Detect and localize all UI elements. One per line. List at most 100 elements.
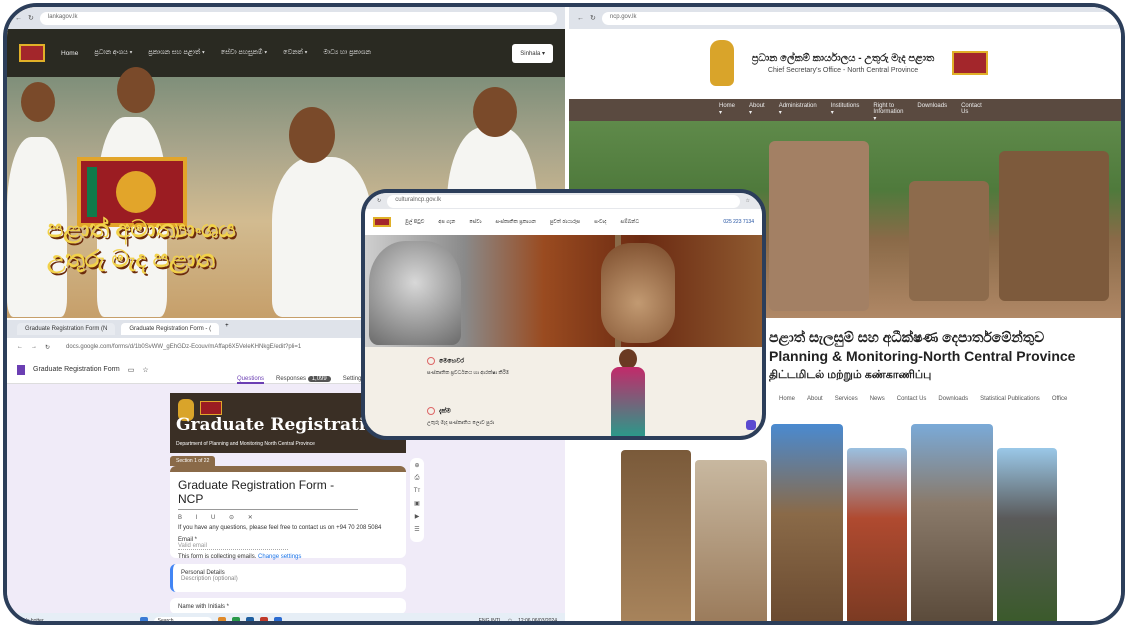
weather-widget[interactable]: Heads hotter bbox=[15, 618, 44, 621]
nav-item[interactable]: News bbox=[870, 396, 885, 402]
statue-photo bbox=[695, 460, 767, 621]
back-icon[interactable]: ← bbox=[17, 344, 23, 350]
email-field[interactable]: Valid email bbox=[178, 543, 288, 550]
dancer-image bbox=[603, 349, 653, 436]
language-select[interactable]: Sinhala ▾ bbox=[512, 43, 553, 63]
section-label: Section 1 of 22 bbox=[170, 456, 216, 466]
reload-icon[interactable]: ↻ bbox=[45, 344, 50, 351]
nav-item[interactable]: මාධ්‍ය හා ප්‍රකාශන bbox=[323, 49, 370, 57]
word-icon[interactable] bbox=[273, 617, 282, 621]
buddha-photo bbox=[911, 424, 993, 621]
nav-item[interactable]: Downloads bbox=[917, 103, 947, 117]
address-bar[interactable]: lankagov.lk bbox=[39, 11, 557, 25]
nav-item[interactable]: Office bbox=[1052, 396, 1068, 402]
cultural-dept-window: ↻ culturalncp.gov.lk ☆ මුල් පිටුව අප ගැන… bbox=[361, 189, 766, 440]
nav-item[interactable]: සම්බන්ධ bbox=[621, 219, 640, 225]
forward-icon[interactable]: → bbox=[31, 344, 37, 350]
nav-item[interactable]: Services bbox=[835, 396, 858, 402]
nav-item[interactable]: Right to Information ▾ bbox=[873, 103, 903, 122]
nav-item[interactable]: මුල් පිටුව bbox=[405, 219, 424, 225]
nav-item[interactable]: සංස්කෘතික ප්‍රකාශන bbox=[496, 219, 536, 225]
nav-item[interactable]: Administration ▾ bbox=[779, 103, 817, 117]
title-icon[interactable]: Tт bbox=[414, 488, 420, 494]
start-icon[interactable] bbox=[139, 617, 148, 621]
check-icon bbox=[427, 407, 435, 415]
tab-questions[interactable]: Questions bbox=[237, 376, 265, 384]
language-indicator[interactable]: ENG INTL bbox=[479, 618, 502, 621]
nav-item[interactable]: Contact Us bbox=[961, 103, 982, 117]
hero-line: උතුරු මැද පළාත bbox=[47, 246, 215, 273]
browser-tab[interactable]: Graduate Registration Form (N bbox=[17, 323, 116, 335]
nav-item[interactable]: Statistical Publications bbox=[980, 396, 1040, 402]
question-card[interactable]: Name with Initials * bbox=[170, 598, 406, 614]
nav-item[interactable]: වෙනත් ▾ bbox=[283, 49, 307, 57]
nav-item[interactable]: සේවා bbox=[469, 219, 481, 225]
child-head bbox=[117, 67, 155, 113]
mission-block: මෙහෙවර සංස්කෘතික ප්‍රවර්ධනය හා ආරක්ෂා කි… bbox=[427, 357, 527, 376]
chrome-icon[interactable] bbox=[231, 617, 240, 621]
wifi-icon[interactable]: ◠ bbox=[508, 618, 512, 621]
nav-item[interactable]: ප්‍රධාන අංශය ▾ bbox=[94, 49, 132, 57]
site-title: ප්‍රධාන ලේකම් කාර්යාලය - උතුරු මැද පළාත bbox=[751, 52, 935, 64]
video-icon[interactable]: ▶ bbox=[415, 513, 420, 520]
nav-item[interactable]: සංවාද bbox=[594, 219, 606, 225]
section-card[interactable]: Personal Details Description (optional) bbox=[170, 564, 406, 592]
nav-item[interactable]: Home bbox=[61, 50, 78, 57]
tab-responses[interactable]: Responses 1,099 bbox=[276, 376, 331, 384]
nav-item[interactable]: Home bbox=[779, 396, 795, 402]
doc-title[interactable]: Graduate Registration Form bbox=[33, 366, 120, 373]
browser-chrome: ← ↻ ncp.gov.lk bbox=[569, 7, 1121, 29]
main-nav: Home About Services News Contact Us Down… bbox=[779, 396, 1067, 402]
image-icon[interactable]: ▣ bbox=[414, 500, 420, 507]
nav-item[interactable]: Institutions ▾ bbox=[831, 103, 860, 117]
folder-icon[interactable]: ▭ bbox=[128, 366, 135, 374]
nav-item[interactable]: ප්‍රකාශන සහ පළාත් ▾ bbox=[148, 49, 204, 57]
taskbar-search[interactable]: Search bbox=[153, 616, 212, 621]
back-icon[interactable]: ← bbox=[15, 15, 22, 22]
star-icon[interactable]: ☆ bbox=[142, 366, 148, 374]
nav-item[interactable]: Downloads bbox=[938, 396, 968, 402]
browser-chrome: ↻ culturalncp.gov.lk ☆ bbox=[365, 193, 762, 209]
format-toolbar[interactable]: B I U ⊝ ✕ bbox=[178, 514, 398, 521]
new-tab-button[interactable]: + bbox=[225, 323, 229, 335]
edge-icon[interactable] bbox=[245, 617, 254, 621]
explorer-icon[interactable] bbox=[217, 617, 226, 621]
form-title[interactable]: Graduate Registration Form - NCP bbox=[178, 478, 358, 510]
title-line: පළාත් සැලසුම් සහ අධීක්ෂණ දෙපාර්තමේන්තුව bbox=[769, 329, 1045, 345]
child-head bbox=[289, 107, 335, 163]
form-side-toolbar: ⊕ ⎙ Tт ▣ ▶ ☰ bbox=[410, 458, 424, 542]
nav-item[interactable]: About ▾ bbox=[749, 103, 765, 117]
statue-shape bbox=[769, 141, 869, 311]
change-settings-link[interactable]: Change settings bbox=[258, 554, 301, 560]
reload-icon[interactable]: ↻ bbox=[377, 198, 381, 204]
dept-title: පළාත් සැලසුම් සහ අධීක්ෂණ දෙපාර්තමේන්තුව … bbox=[769, 328, 1075, 385]
nav-item[interactable]: Contact Us bbox=[897, 396, 927, 402]
nav-item[interactable]: About bbox=[807, 396, 823, 402]
clock[interactable]: 12:06 06/03/2024 bbox=[518, 618, 557, 621]
reload-icon[interactable]: ↻ bbox=[590, 14, 596, 22]
back-icon[interactable]: ← bbox=[577, 15, 584, 22]
star-icon[interactable]: ☆ bbox=[746, 198, 750, 204]
form-header-card[interactable]: Graduate Registration Form - NCP B I U ⊝… bbox=[170, 466, 406, 560]
ruin-shape bbox=[909, 181, 989, 301]
nav-item[interactable]: අප ගැන bbox=[438, 219, 455, 225]
chat-icon[interactable] bbox=[746, 420, 756, 430]
reload-icon[interactable]: ↻ bbox=[28, 14, 34, 22]
site-logo[interactable] bbox=[373, 217, 391, 227]
help-text: If you have any questions, please feel f… bbox=[178, 525, 382, 531]
nav-item[interactable]: Home ▾ bbox=[719, 103, 735, 117]
site-logo[interactable] bbox=[19, 44, 45, 62]
phone-number[interactable]: 025 223 7134 bbox=[723, 219, 754, 225]
ruin-shape bbox=[999, 151, 1109, 301]
address-bar[interactable]: ncp.gov.lk bbox=[601, 11, 1121, 25]
vision-text: උතුරු මැද සංස්කෘතිය ලොව පුරා bbox=[427, 419, 495, 426]
section-icon[interactable]: ☰ bbox=[414, 526, 419, 533]
mission-heading: මෙහෙවර bbox=[439, 358, 465, 365]
nav-item[interactable]: පුවත් ඡායාරූප bbox=[550, 219, 580, 225]
address-bar[interactable]: culturalncp.gov.lk bbox=[387, 194, 740, 208]
nav-item[interactable]: සේවා පහසුකම් ▾ bbox=[221, 49, 267, 57]
app-icon[interactable] bbox=[259, 617, 268, 621]
add-question-icon[interactable]: ⊕ bbox=[414, 462, 419, 469]
import-icon[interactable]: ⎙ bbox=[415, 475, 420, 482]
browser-tab-active[interactable]: Graduate Registration Form - ( bbox=[121, 323, 220, 335]
